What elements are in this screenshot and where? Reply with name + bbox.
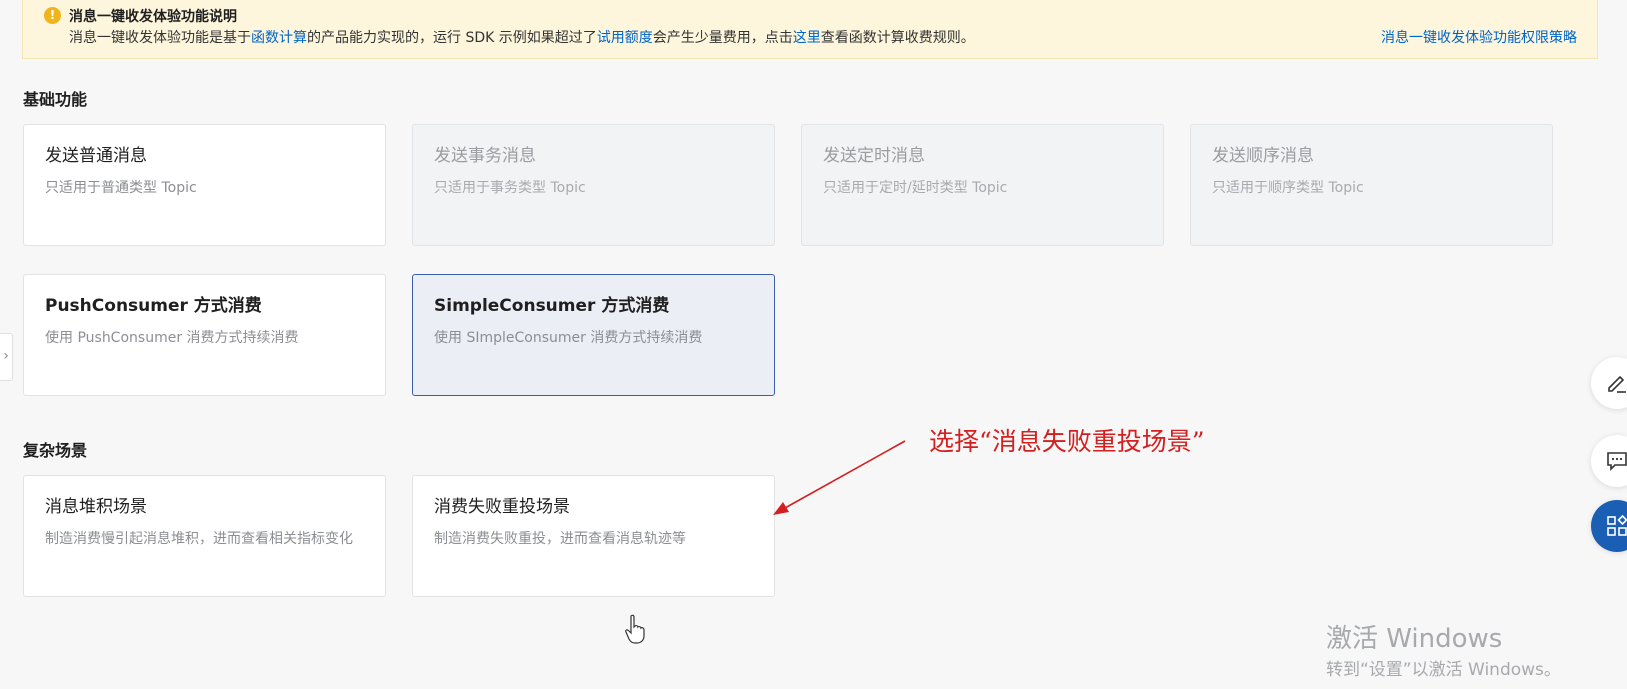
windows-watermark-subtitle: 转到“设置”以激活 Windows。 bbox=[1326, 660, 1561, 680]
hand-cursor-icon bbox=[625, 614, 645, 644]
edit-icon bbox=[1608, 375, 1626, 393]
windows-watermark-title: 激活 Windows bbox=[1326, 624, 1503, 654]
apps-icon bbox=[1607, 514, 1627, 536]
sidebar-expand-tab[interactable]: › bbox=[0, 333, 13, 381]
annotation-arrow bbox=[773, 440, 906, 515]
chat-icon bbox=[1607, 452, 1627, 471]
